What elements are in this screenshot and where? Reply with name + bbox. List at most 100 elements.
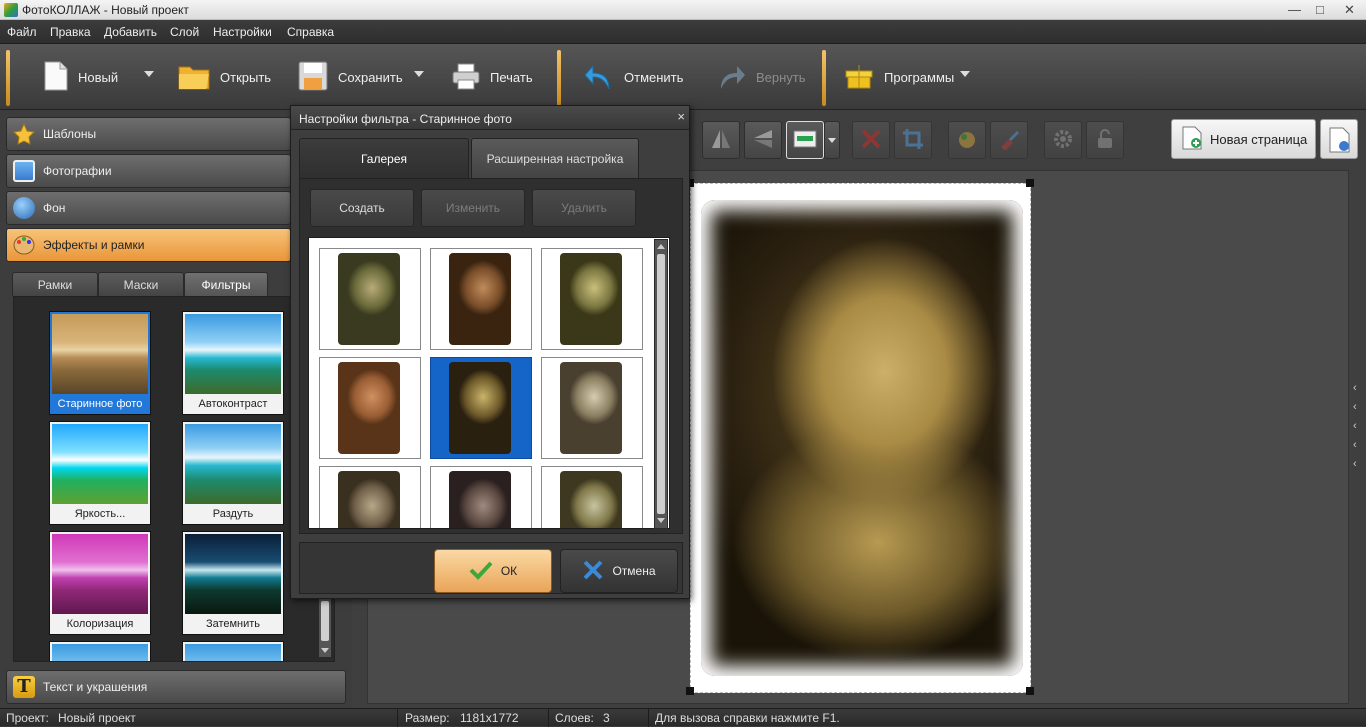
programs-dropdown-icon[interactable] bbox=[960, 71, 970, 77]
new-page-button[interactable]: Новая страница bbox=[1171, 119, 1316, 159]
preset-thumb[interactable] bbox=[430, 466, 532, 528]
menu-layer[interactable]: Слой bbox=[170, 25, 199, 39]
tab-advanced-settings[interactable]: Расширенная настройка bbox=[471, 138, 639, 178]
lock-button[interactable] bbox=[1086, 121, 1124, 159]
delete-button[interactable] bbox=[852, 121, 890, 159]
new-dropdown-icon[interactable] bbox=[144, 71, 154, 77]
panel-collapse-icon[interactable]: ‹ bbox=[1353, 420, 1357, 432]
category-effects[interactable]: Эффекты и рамки bbox=[6, 228, 291, 262]
filter-thumb-darken[interactable]: Затемнить bbox=[182, 531, 284, 635]
new-page-label: Новая страница bbox=[1210, 131, 1308, 147]
menu-settings[interactable]: Настройки bbox=[213, 25, 272, 39]
cancel-button[interactable]: Отмена bbox=[560, 549, 678, 593]
preset-thumb[interactable] bbox=[541, 248, 643, 350]
preset-thumb[interactable] bbox=[541, 466, 643, 528]
printer-icon bbox=[452, 62, 480, 93]
filter-thumb-autocontrast[interactable]: Автоконтраст bbox=[182, 311, 284, 415]
tab-frames[interactable]: Рамки bbox=[12, 272, 98, 296]
category-text[interactable]: T Текст и украшения bbox=[6, 670, 346, 704]
preset-preview bbox=[338, 253, 400, 345]
create-preset-button[interactable]: Создать bbox=[310, 189, 414, 227]
menu-help[interactable]: Справка bbox=[287, 25, 334, 39]
category-photos[interactable]: Фотографии bbox=[6, 154, 291, 188]
category-templates[interactable]: Шаблоны bbox=[6, 117, 291, 151]
settings-button[interactable] bbox=[1044, 121, 1082, 159]
ok-button[interactable]: ОК bbox=[434, 549, 552, 593]
panel-collapse-icon[interactable]: ‹ bbox=[1353, 382, 1357, 394]
crop-button[interactable] bbox=[894, 121, 932, 159]
filter-thumb-colorize[interactable]: Колоризация bbox=[49, 531, 151, 635]
close-icon[interactable]: ✕ bbox=[1344, 2, 1355, 18]
align-dropdown-button[interactable] bbox=[824, 121, 840, 159]
minimize-icon[interactable]: — bbox=[1288, 2, 1301, 17]
align-icon bbox=[793, 128, 817, 153]
filter-thumb-partial[interactable] bbox=[182, 641, 284, 661]
dialog-title-bar: Настройки фильтра - Старинное фото × bbox=[291, 106, 689, 130]
effects-button[interactable] bbox=[948, 121, 986, 159]
delete-preset-button[interactable]: Удалить bbox=[532, 189, 636, 227]
print-label: Печать bbox=[490, 69, 533, 85]
flip-vertical-button[interactable] bbox=[744, 121, 782, 159]
redo-button[interactable]: Вернуть bbox=[716, 54, 806, 100]
save-button[interactable]: Сохранить bbox=[298, 54, 403, 100]
redo-label: Вернуть bbox=[756, 69, 806, 85]
scroll-down-icon[interactable] bbox=[321, 648, 329, 653]
gallery-scrollbar[interactable] bbox=[654, 239, 668, 529]
floppy-disk-icon bbox=[298, 61, 328, 94]
save-dropdown-icon[interactable] bbox=[414, 71, 424, 77]
maximize-icon[interactable]: □ bbox=[1316, 2, 1324, 17]
filter-label: Раздуть bbox=[212, 508, 254, 520]
scroll-up-icon[interactable] bbox=[657, 244, 665, 249]
programs-button[interactable]: Программы bbox=[844, 54, 954, 100]
panel-collapse-icon[interactable]: ‹ bbox=[1353, 458, 1357, 470]
preset-thumb[interactable] bbox=[319, 248, 421, 350]
print-button[interactable]: Печать bbox=[452, 54, 533, 100]
filter-thumb-brightness[interactable]: Яркость... bbox=[49, 421, 151, 525]
page-settings-button[interactable] bbox=[1320, 119, 1358, 159]
tab-label: Маски bbox=[123, 277, 159, 292]
menu-file[interactable]: Файл bbox=[7, 25, 37, 39]
scroll-down-icon[interactable] bbox=[657, 518, 665, 523]
filter-preview bbox=[185, 424, 281, 504]
dialog-footer: ОК Отмена bbox=[299, 542, 683, 594]
gift-box-icon bbox=[844, 63, 874, 92]
filter-thumb-partial[interactable] bbox=[49, 641, 151, 661]
preset-thumb[interactable] bbox=[319, 466, 421, 528]
filter-list-scrollbar[interactable] bbox=[318, 598, 332, 658]
tab-label: Рамки bbox=[37, 277, 73, 292]
tab-masks[interactable]: Маски bbox=[98, 272, 184, 296]
preset-thumb[interactable] bbox=[541, 357, 643, 459]
edit-preset-button[interactable]: Изменить bbox=[421, 189, 525, 227]
preset-thumb[interactable] bbox=[319, 357, 421, 459]
tab-filters[interactable]: Фильтры bbox=[184, 272, 268, 296]
resize-handle-bottom-right[interactable] bbox=[1026, 687, 1034, 695]
tab-gallery[interactable]: Галерея bbox=[299, 138, 469, 178]
undo-button[interactable]: Отменить bbox=[584, 54, 683, 100]
undo-label: Отменить bbox=[624, 69, 684, 85]
filter-thumb-vintage[interactable]: Старинное фото bbox=[49, 311, 151, 415]
main-toolbar: Новый Открыть Сохранить Печать Отменить … bbox=[0, 44, 1366, 110]
resize-handle-bottom-left[interactable] bbox=[686, 687, 694, 695]
retouch-button[interactable] bbox=[990, 121, 1028, 159]
chevron-down-icon bbox=[828, 137, 836, 143]
preset-thumb-selected[interactable] bbox=[430, 357, 532, 459]
flip-horizontal-button[interactable] bbox=[702, 121, 740, 159]
dialog-close-icon[interactable]: × bbox=[677, 109, 685, 124]
align-button[interactable] bbox=[786, 121, 824, 159]
menu-add[interactable]: Добавить bbox=[104, 25, 157, 39]
category-background[interactable]: Фон bbox=[6, 191, 291, 225]
brush-icon bbox=[998, 128, 1020, 153]
filter-thumb-bloat[interactable]: Раздуть bbox=[182, 421, 284, 525]
open-button[interactable]: Открыть bbox=[178, 54, 271, 100]
preset-thumb[interactable] bbox=[430, 248, 532, 350]
checkmark-icon bbox=[469, 560, 493, 583]
menu-edit[interactable]: Правка bbox=[50, 25, 91, 39]
scrollbar-thumb[interactable] bbox=[321, 601, 329, 641]
panel-collapse-icon[interactable]: ‹ bbox=[1353, 439, 1357, 451]
new-label: Новый bbox=[78, 69, 119, 85]
panel-collapse-icon[interactable]: ‹ bbox=[1353, 401, 1357, 413]
photo-vintage-woman[interactable] bbox=[701, 200, 1023, 676]
resize-handle-top-right[interactable] bbox=[1026, 179, 1034, 187]
scrollbar-thumb[interactable] bbox=[657, 254, 665, 514]
new-button[interactable]: Новый bbox=[44, 54, 118, 100]
